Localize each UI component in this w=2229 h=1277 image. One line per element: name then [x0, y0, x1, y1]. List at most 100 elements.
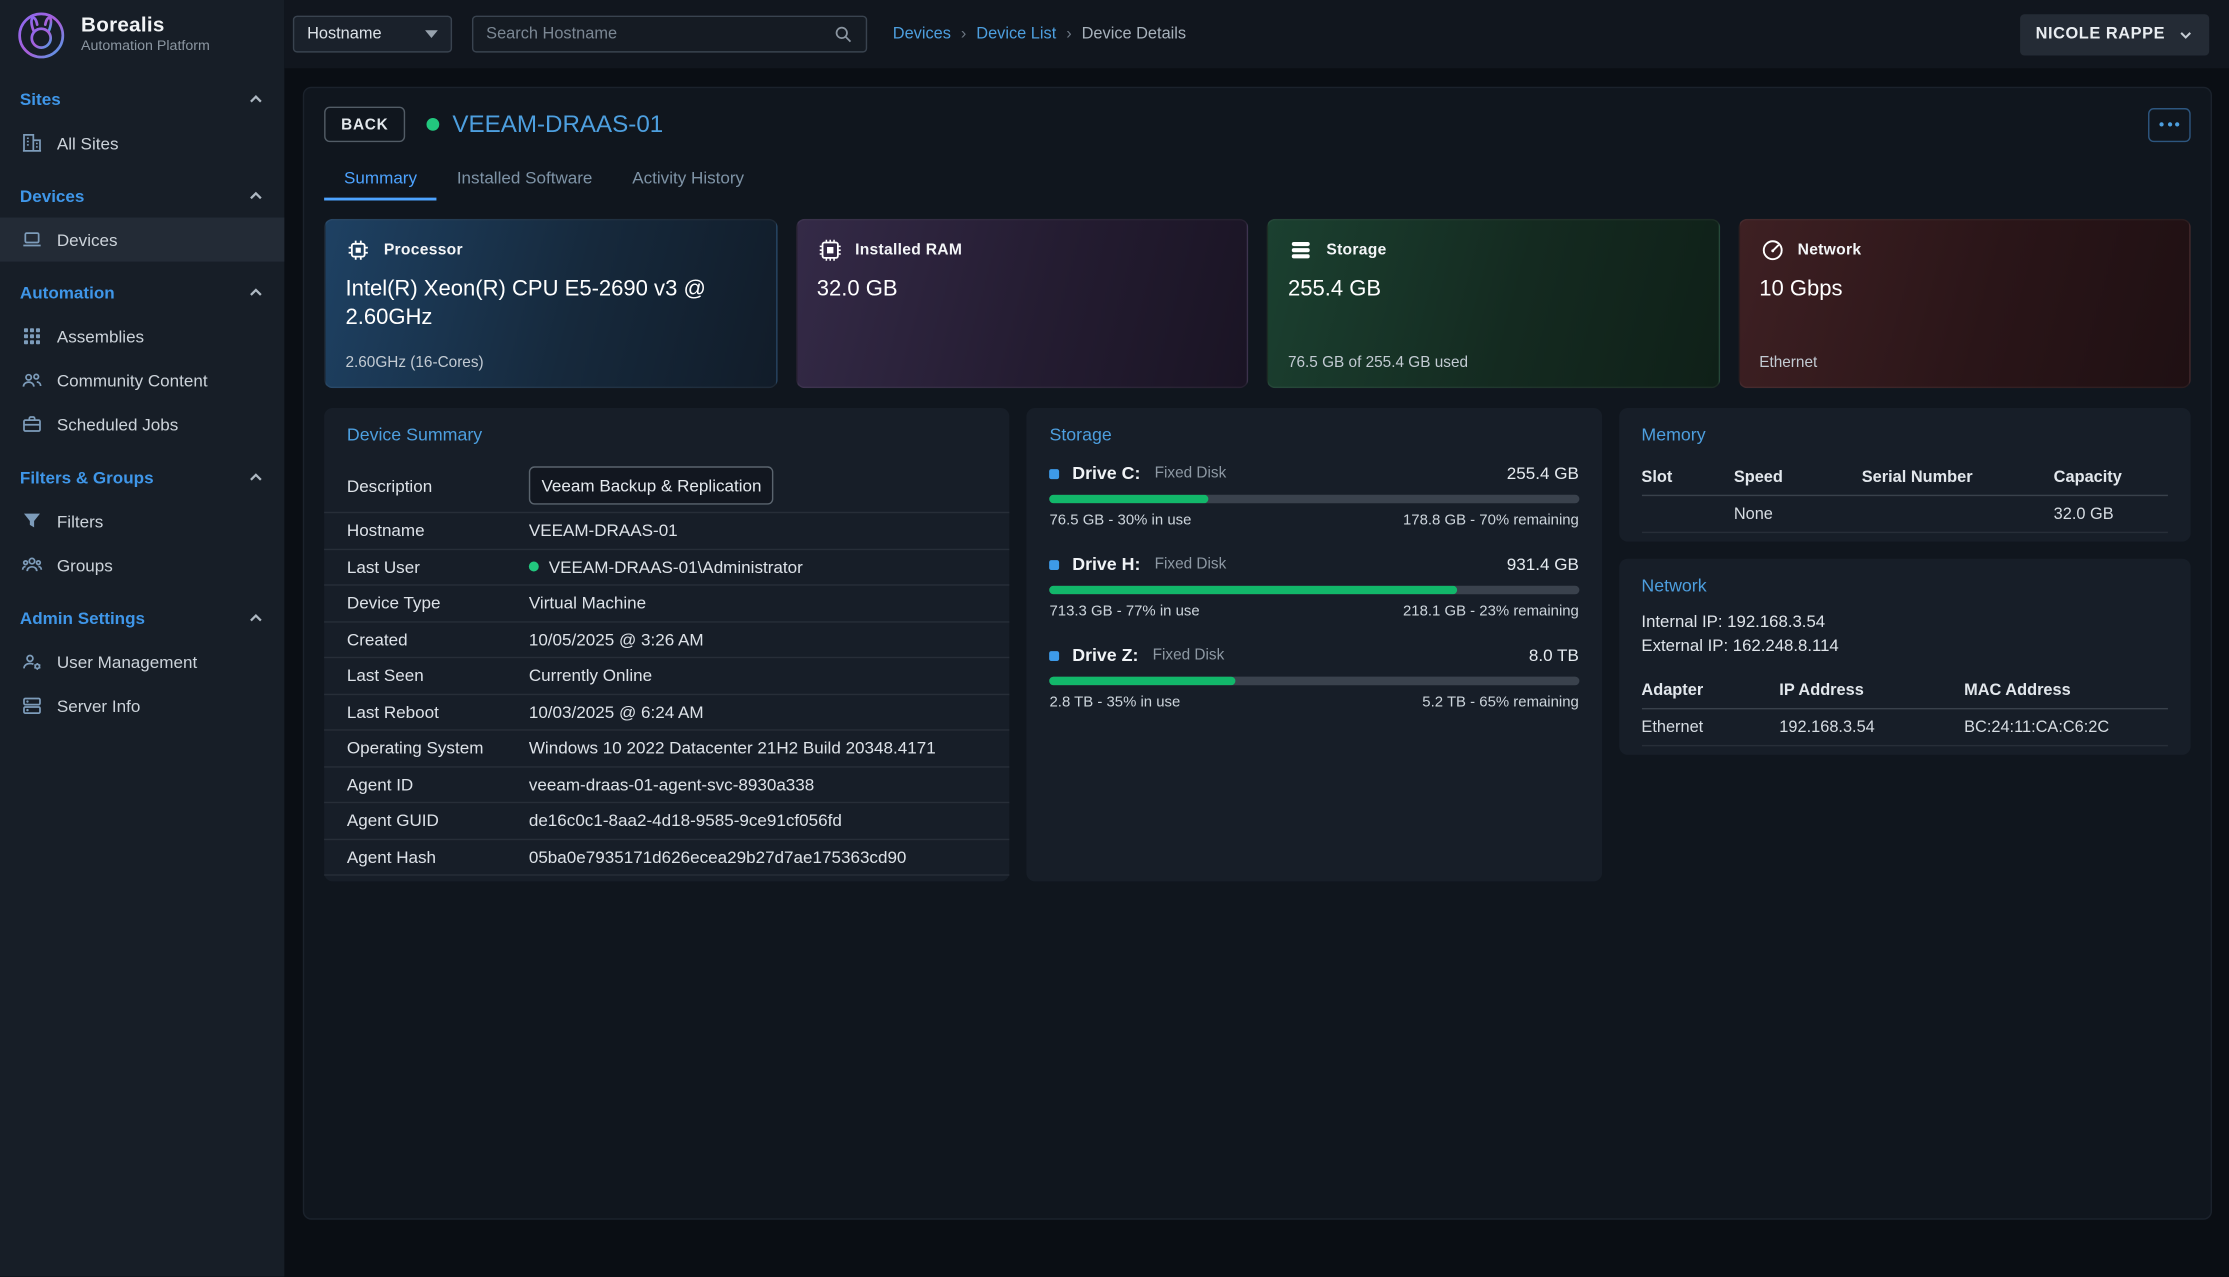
- memory-table: SlotSpeedSerial NumberCapacity None32.0 …: [1619, 459, 2191, 541]
- summary-row-value: VEEAM-DRAAS-01: [529, 521, 678, 541]
- memory-panel: Memory SlotSpeedSerial NumberCapacity No…: [1619, 408, 2191, 542]
- sidebar-item-label: Filters: [57, 511, 103, 531]
- network-panel: Network Internal IP: 192.168.3.54 Extern…: [1619, 559, 2191, 755]
- internal-ip: Internal IP: 192.168.3.54: [1641, 610, 2168, 634]
- device-summary-panel: Device Summary DescriptionHostnameVEEAM-…: [324, 408, 1010, 881]
- sidebar-item-filters[interactable]: Filters: [0, 499, 284, 543]
- sidebar-item-label: Scheduled Jobs: [57, 414, 178, 434]
- search-box[interactable]: [472, 16, 867, 53]
- sidebar-nav: Sites All Sites Devices Devices Automation As…: [0, 68, 284, 728]
- drive-remaining-text: 178.8 GB - 70% remaining: [1403, 512, 1579, 529]
- stat-card-label: Installed RAM: [855, 242, 962, 259]
- sidebar-item-label: All Sites: [57, 133, 119, 153]
- sidebar-item-devices[interactable]: Devices: [0, 218, 284, 262]
- summary-row-value: [529, 466, 774, 504]
- breadcrumb-item-device-list[interactable]: Device List: [976, 26, 1056, 43]
- sidebar-item-all-sites[interactable]: All Sites: [0, 121, 284, 165]
- network-panel-title: Network: [1619, 559, 2191, 610]
- sidebar-item-user-management[interactable]: User Management: [0, 640, 284, 684]
- stat-card-installed-ram: Installed RAM 32.0 GB: [795, 219, 1248, 388]
- stat-card-label: Network: [1798, 242, 1862, 259]
- sidebar-section-filters-groups[interactable]: Filters & Groups: [0, 456, 284, 499]
- device-title: VEEAM-DRAAS-01: [452, 110, 663, 138]
- breadcrumb-item-devices[interactable]: Devices: [893, 26, 951, 43]
- back-button[interactable]: BACK: [324, 107, 405, 143]
- stat-card-value: 32.0 GB: [817, 276, 1204, 304]
- sidebar-item-label: Community Content: [57, 370, 208, 390]
- summary-row-value: 10/05/2025 @ 3:26 AM: [529, 629, 704, 649]
- summary-row-label: Hostname: [347, 521, 529, 541]
- sidebar-item-server-info[interactable]: Server Info: [0, 684, 284, 728]
- section-label: Sites: [20, 90, 61, 110]
- user-gear-icon: [21, 651, 42, 672]
- stat-card-footer: 2.60GHz (16-Cores): [345, 354, 483, 371]
- sidebar-item-groups[interactable]: Groups: [0, 543, 284, 587]
- summary-row-label: Agent ID: [347, 774, 529, 794]
- more-actions-button[interactable]: [2148, 107, 2191, 141]
- drive-usage-fill: [1049, 677, 1234, 686]
- device-summary-row-last-reboot: Last Reboot10/03/2025 @ 6:24 AM: [324, 694, 1010, 730]
- sidebar-item-label: Assemblies: [57, 326, 144, 346]
- tab-activity-history[interactable]: Activity History: [612, 155, 764, 200]
- drive-block-drive-h: Drive H: Fixed Disk 931.4 GB 713.3 GB - …: [1049, 554, 1578, 619]
- drive-size: 255.4 GB: [1507, 463, 1579, 483]
- sidebar-item-scheduled-jobs[interactable]: Scheduled Jobs: [0, 402, 284, 446]
- column-header: Speed: [1734, 468, 1862, 485]
- user-menu-button[interactable]: NICOLE RAPPE: [2020, 14, 2209, 55]
- sidebar: Borealis Automation Platform Sites All Si…: [0, 0, 284, 1277]
- column-header: Capacity: [2054, 468, 2168, 485]
- device-details-card: BACK VEEAM-DRAAS-01 SummaryInstalled Sof…: [303, 87, 2212, 1220]
- search-input[interactable]: [486, 26, 824, 43]
- storage-panel-title: Storage: [1027, 408, 1602, 459]
- device-summary-table: Description HostnameVEEAM-DRAAS-01 Last Us…: [324, 459, 1010, 876]
- brand-header: Borealis Automation Platform: [0, 0, 284, 68]
- ram-chip-icon: [817, 237, 843, 263]
- chevron-up-icon: [247, 469, 264, 486]
- table-cell: BC:24:11:CA:C6:2C: [1964, 719, 2168, 736]
- chevron-up-icon: [247, 284, 264, 301]
- sidebar-section-devices[interactable]: Devices: [0, 175, 284, 218]
- ip-summary: Internal IP: 192.168.3.54 External IP: 1…: [1619, 610, 2191, 664]
- tab-installed-software[interactable]: Installed Software: [437, 155, 612, 200]
- summary-row-value: de16c0c1-8aa2-4d18-9585-9ce91cf056fd: [529, 811, 842, 831]
- stat-card-storage: Storage255.4 GB76.5 GB of 255.4 GB used: [1267, 219, 1720, 388]
- sidebar-section-admin-settings[interactable]: Admin Settings: [0, 597, 284, 640]
- stat-card-value: 255.4 GB: [1288, 276, 1675, 304]
- table-cell: 32.0 GB: [2054, 505, 2168, 522]
- drive-name: Drive C:: [1072, 463, 1140, 483]
- sidebar-item-label: User Management: [57, 652, 197, 672]
- hostname-filter-dropdown[interactable]: Hostname: [293, 16, 452, 53]
- section-label: Devices: [20, 186, 85, 206]
- summary-row-label: Agent GUID: [347, 811, 529, 831]
- description-input[interactable]: [529, 466, 774, 504]
- breadcrumb: Devices›Device List›Device Details: [893, 26, 1186, 43]
- device-summary-row-created: Created10/05/2025 @ 3:26 AM: [324, 622, 1010, 658]
- sidebar-item-assemblies[interactable]: Assemblies: [0, 314, 284, 358]
- drive-usage-bar: [1049, 495, 1578, 504]
- filter-icon: [21, 510, 42, 531]
- sidebar-section-automation[interactable]: Automation: [0, 272, 284, 315]
- section-label: Filters & Groups: [20, 468, 154, 488]
- sidebar-item-community-content[interactable]: Community Content: [0, 358, 284, 402]
- main-content: BACK VEEAM-DRAAS-01 SummaryInstalled Sof…: [284, 68, 2229, 1276]
- tab-summary[interactable]: Summary: [324, 155, 437, 200]
- column-header: Adapter: [1641, 682, 1779, 699]
- summary-row-value: VEEAM-DRAAS-01\Administrator: [529, 557, 803, 577]
- section-label: Admin Settings: [20, 608, 145, 628]
- device-summary-row-last-seen: Last SeenCurrently Online: [324, 658, 1010, 694]
- briefcase-icon: [21, 414, 42, 435]
- drive-name: Drive Z:: [1072, 645, 1138, 665]
- chevron-up-icon: [247, 188, 264, 205]
- breadcrumb-item-device-details: Device Details: [1082, 26, 1186, 43]
- drive-size: 8.0 TB: [1529, 645, 1579, 665]
- device-summary-row-last-user: Last UserVEEAM-DRAAS-01\Administrator: [324, 549, 1010, 585]
- page-header: BACK VEEAM-DRAAS-01: [324, 107, 2191, 143]
- column-header: MAC Address: [1964, 682, 2168, 699]
- stat-card-processor: ProcessorIntel(R) Xeon(R) CPU E5-2690 v3…: [324, 219, 777, 388]
- device-summary-row-description: Description: [324, 459, 1010, 513]
- sidebar-item-label: Groups: [57, 555, 113, 575]
- sidebar-section-sites[interactable]: Sites: [0, 78, 284, 121]
- summary-row-value: 05ba0e7935171d626ecea29b27d7ae175363cd90: [529, 847, 907, 867]
- stat-card-label: Processor: [384, 242, 463, 259]
- drive-bullet-icon: [1049, 559, 1059, 569]
